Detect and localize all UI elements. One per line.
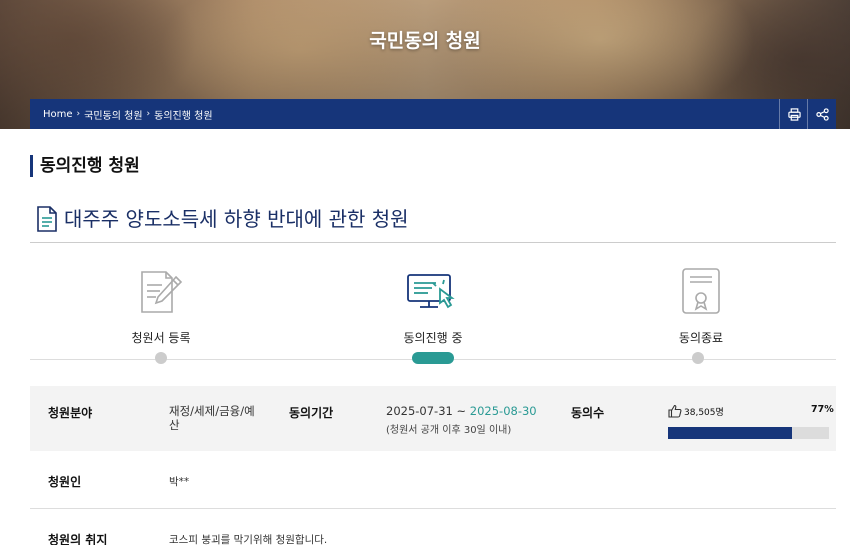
step-in-progress: 동의진행 중 [363, 265, 503, 346]
step-closed: 동의종료 [631, 265, 771, 346]
info-row-petitioner: 청원인 박** [30, 452, 836, 509]
period-start: 2025-07-31 ~ [386, 404, 470, 418]
step-label: 동의종료 [678, 331, 724, 345]
breadcrumb-separator: › [146, 109, 151, 119]
step-label: 청원서 등록 [131, 331, 191, 345]
info-row-summary: 청원분야 재정/세제/금융/예 산 동의기간 2025-07-31 ~ 2025… [30, 386, 836, 451]
votes-label: 동의수 [571, 406, 605, 420]
certificate-icon [682, 268, 720, 314]
pencil-document-icon [141, 271, 183, 313]
period-value: 2025-07-31 ~ 2025-08-30 [386, 404, 537, 418]
petitioner-label: 청원인 [48, 475, 82, 489]
purpose-label: 청원의 취지 [48, 533, 108, 545]
purpose-value: 코스피 붕괴를 막기위해 청원합니다. [169, 534, 328, 545]
field-value: 재정/세제/금융/예 산 [169, 404, 255, 432]
field-label: 청원분야 [48, 406, 93, 420]
petitioner-value: 박** [169, 476, 190, 488]
period-label: 동의기간 [289, 406, 334, 420]
breadcrumb-home[interactable]: Home [43, 109, 73, 120]
vote-count-text: 38,505명 [684, 407, 724, 418]
breadcrumb-level1[interactable]: 국민동의 청원 [84, 107, 142, 122]
period-note: (청원서 공개 이후 30일 이내) [386, 425, 512, 436]
petition-title-row: 대주주 양도소득세 하향 반대에 관한 청원 [36, 205, 409, 233]
hero-title: 국민동의 청원 [369, 30, 481, 52]
vote-percent: 77% [811, 404, 834, 415]
document-icon [37, 206, 57, 232]
breadcrumb-separator: › [76, 109, 81, 119]
hero-banner: 국민동의 청원 Home › 국민동의 청원 › 동의진행 청원 [0, 0, 850, 129]
field-value-line1: 재정/세제/금융/예 [169, 404, 255, 418]
info-row-purpose: 청원의 취지 코스피 붕괴를 막기위해 청원합니다. [30, 510, 836, 545]
print-button[interactable] [779, 99, 808, 129]
step-dot-closed [692, 352, 704, 364]
section-title: 동의진행 청원 [30, 155, 140, 177]
step-registered: 청원서 등록 [91, 265, 231, 346]
print-icon [787, 107, 801, 121]
field-value-line2: 산 [169, 418, 180, 432]
thumbs-up-icon [668, 404, 682, 418]
step-indicator-current [412, 352, 454, 364]
title-divider [30, 242, 836, 243]
share-icon [815, 107, 829, 121]
breadcrumb: Home › 국민동의 청원 › 동의진행 청원 [30, 107, 213, 122]
petition-title: 대주주 양도소득세 하향 반대에 관한 청원 [64, 207, 409, 231]
step-label: 동의진행 중 [403, 331, 463, 345]
step-dot-registered [155, 352, 167, 364]
vote-progress-bar [668, 427, 829, 439]
breadcrumb-level2[interactable]: 동의진행 청원 [154, 107, 212, 122]
period-end: 2025-08-30 [469, 404, 537, 418]
monitor-click-icon [407, 274, 455, 309]
share-button[interactable] [807, 99, 836, 129]
vote-progress-fill [668, 427, 792, 439]
vote-count: 38,505명 [668, 404, 724, 418]
breadcrumb-bar: Home › 국민동의 청원 › 동의진행 청원 [30, 99, 836, 129]
